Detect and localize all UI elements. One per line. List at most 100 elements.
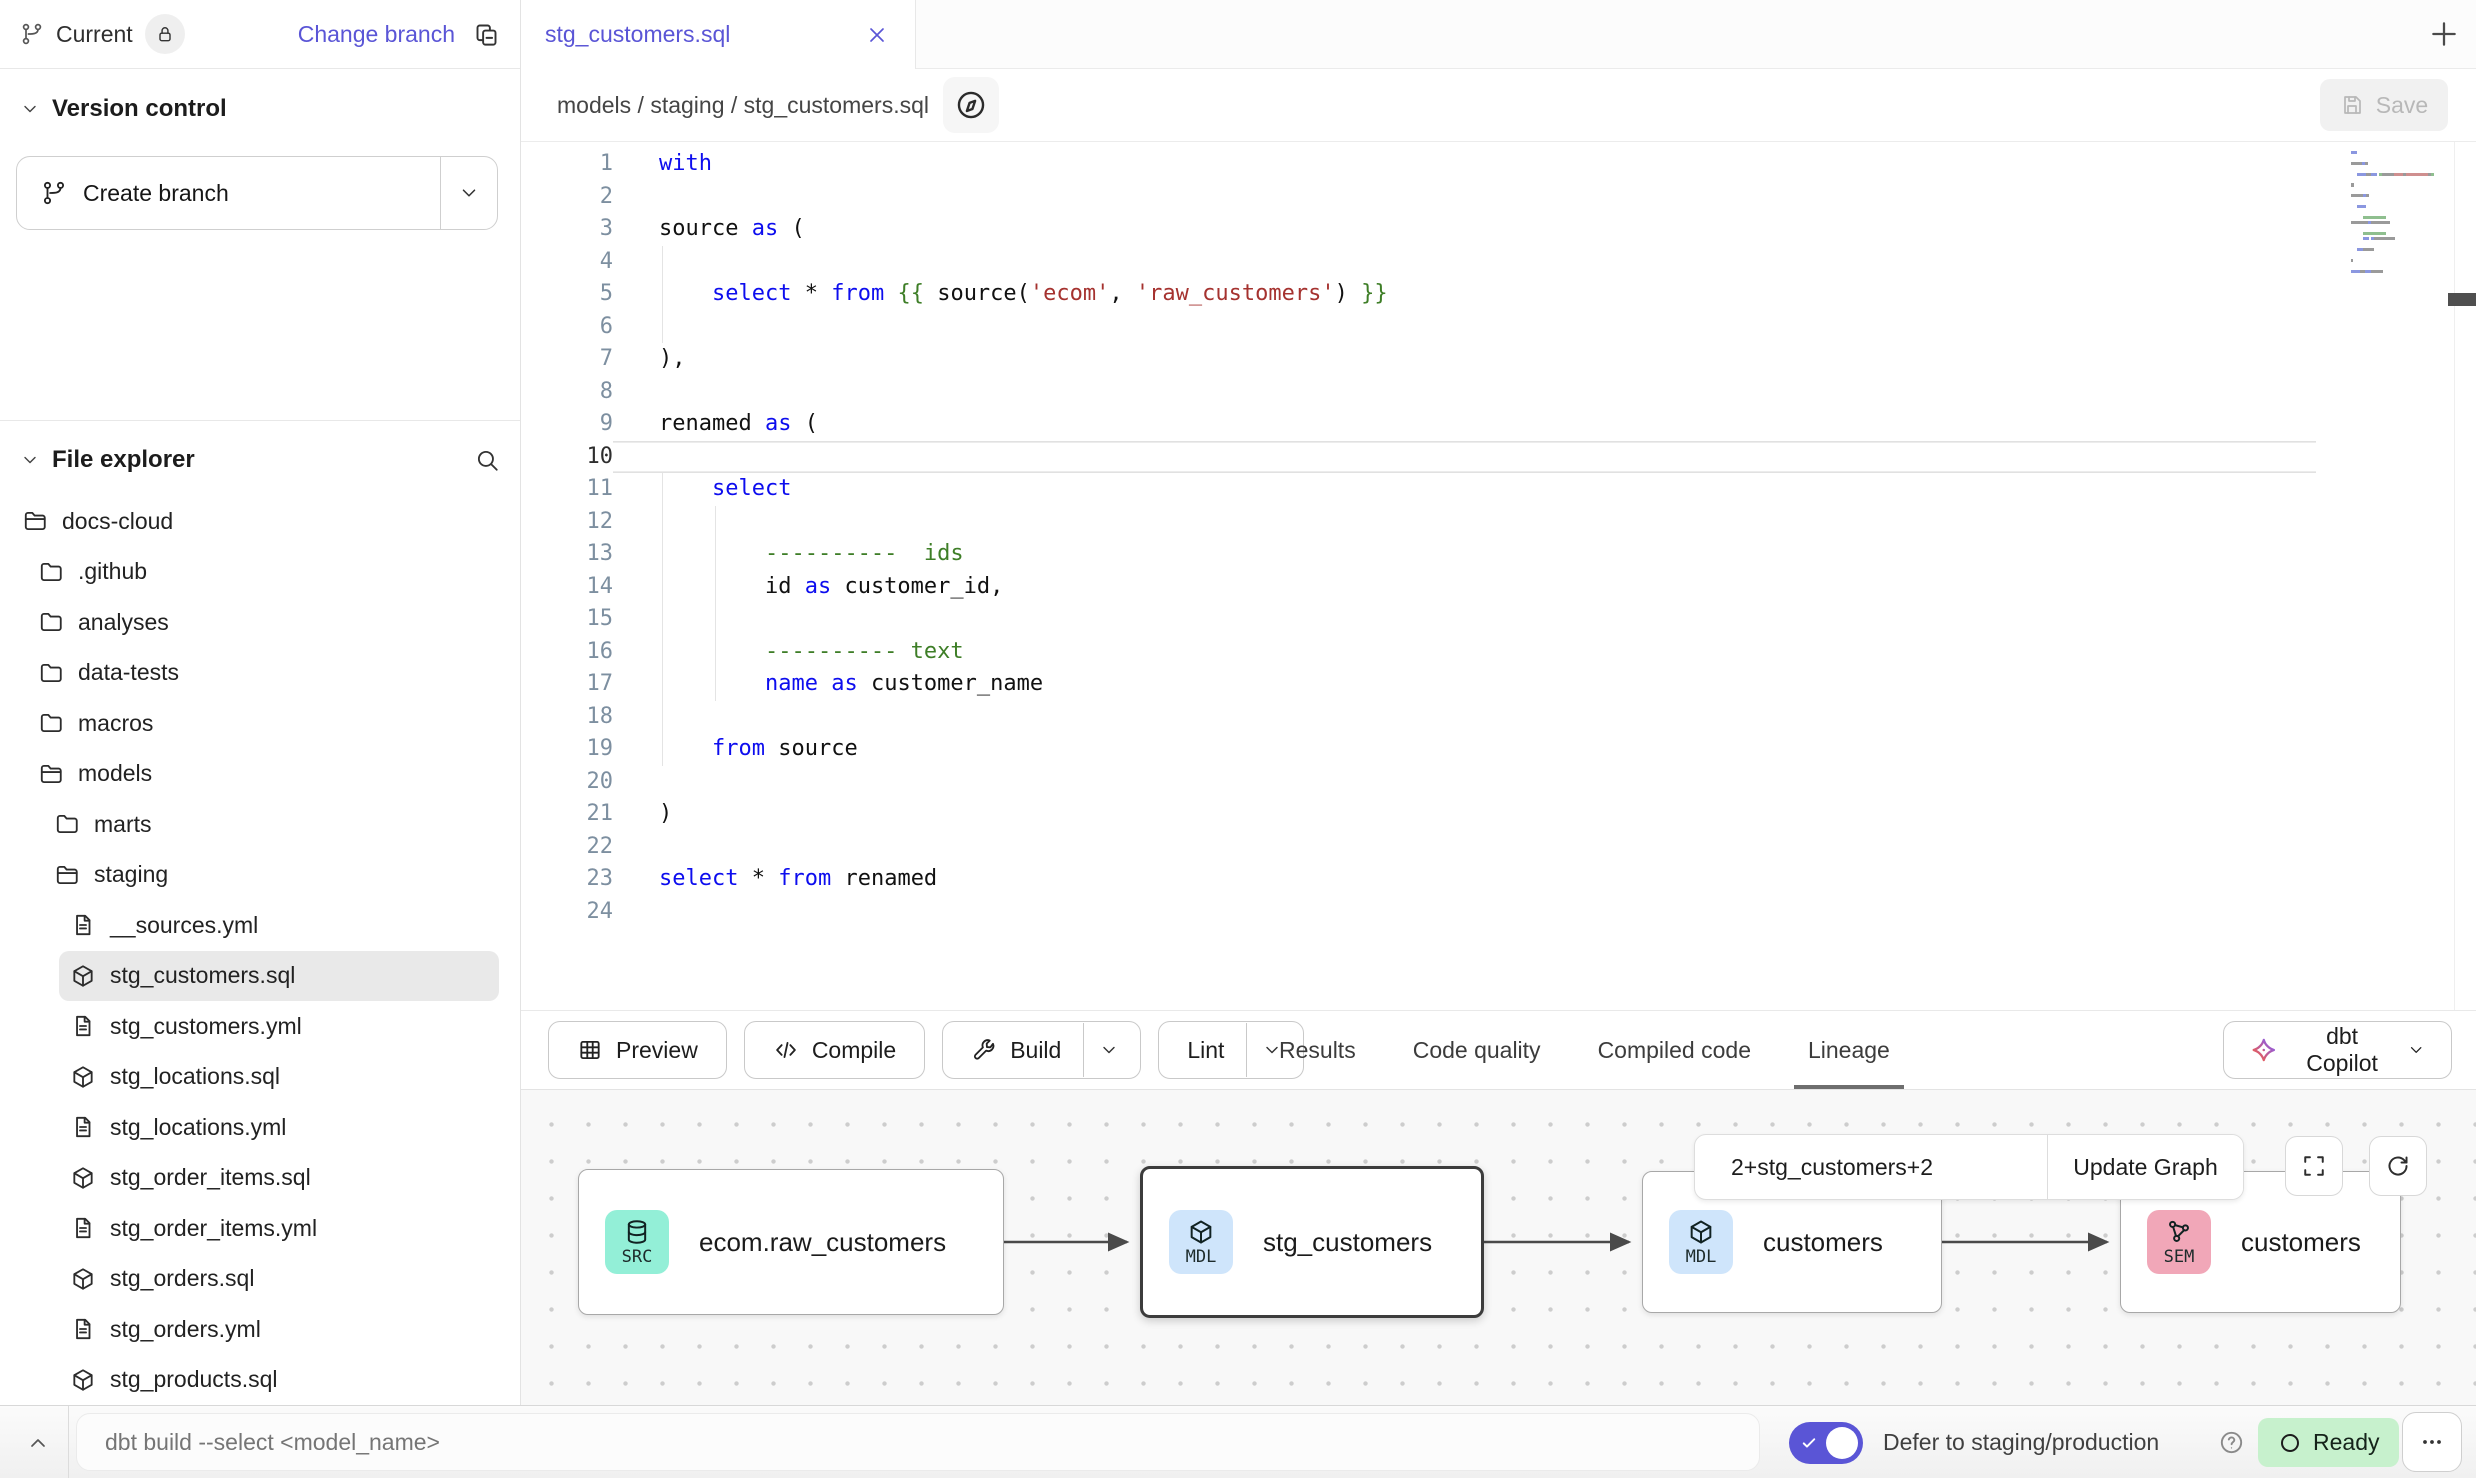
tree-item-label: stg_locations.yml: [110, 1114, 286, 1141]
build-button[interactable]: Build: [942, 1021, 1141, 1079]
tab-code-quality[interactable]: Code quality: [1413, 1011, 1541, 1089]
line-number: 21: [521, 798, 613, 831]
status-circle-icon: [2278, 1431, 2302, 1455]
tree-item-label: __sources.yml: [110, 912, 258, 939]
line-number: 15: [521, 603, 613, 636]
search-icon[interactable]: [474, 447, 500, 473]
tree-item-label: stg_orders.yml: [110, 1316, 261, 1343]
preview-label: Preview: [616, 1037, 698, 1064]
dbt-command-input[interactable]: [76, 1413, 1760, 1471]
new-tab-button[interactable]: [2428, 18, 2460, 50]
tree-item--github[interactable]: .github: [0, 547, 519, 598]
file-icon: [70, 1215, 96, 1241]
file-icon: [70, 1013, 96, 1039]
defer-toggle[interactable]: [1789, 1422, 1863, 1464]
ready-label: Ready: [2313, 1429, 2379, 1456]
file-explorer-header[interactable]: File explorer: [0, 437, 520, 483]
change-branch-link[interactable]: Change branch: [298, 21, 455, 48]
tree-item-marts[interactable]: marts: [0, 799, 519, 850]
line-number: 9: [521, 408, 613, 441]
dbt-copilot-button[interactable]: dbt Copilot: [2223, 1021, 2452, 1079]
tab-results[interactable]: Results: [1279, 1011, 1356, 1089]
line-number: 22: [521, 831, 613, 864]
tree-item-data-tests[interactable]: data-tests: [0, 648, 519, 699]
tree-item-label: models: [78, 760, 152, 787]
copy-icon[interactable]: [473, 21, 500, 48]
version-control-header[interactable]: Version control: [0, 86, 520, 132]
minimap[interactable]: [2351, 150, 2431, 279]
preview-button[interactable]: Preview: [548, 1021, 727, 1079]
code-line: 16 ---------- text: [521, 636, 2316, 669]
tree-item-stg-products-sql[interactable]: stg_products.sql: [0, 1355, 519, 1406]
save-label: Save: [2376, 92, 2428, 119]
tree-item-label: staging: [94, 861, 168, 888]
chevron-down-icon: [2407, 1040, 2425, 1060]
line-number: 8: [521, 376, 613, 409]
close-icon[interactable]: [865, 23, 889, 47]
fullscreen-button[interactable]: [2285, 1136, 2343, 1196]
more-options-button[interactable]: [2402, 1412, 2462, 1472]
update-graph-button[interactable]: Update Graph: [2047, 1135, 2243, 1199]
tree-item-stg-order-items-yml[interactable]: stg_order_items.yml: [0, 1203, 519, 1254]
tree-item-label: analyses: [78, 609, 169, 636]
help-icon[interactable]: [2218, 1429, 2245, 1456]
tree-item-models[interactable]: models: [0, 749, 519, 800]
tree-item-label: stg_order_items.yml: [110, 1215, 317, 1242]
tree-item--sources-yml[interactable]: __sources.yml: [0, 900, 519, 951]
line-number: 5: [521, 278, 613, 311]
copilot-edit-button[interactable]: [943, 77, 999, 133]
code-line: 13 ---------- ids: [521, 538, 2316, 571]
tree-item-stg-locations-sql[interactable]: stg_locations.sql: [0, 1052, 519, 1103]
code-line: 10: [521, 441, 2316, 474]
tree-item-macros[interactable]: macros: [0, 698, 519, 749]
lineage-node-ecom-raw-customers[interactable]: SRCecom.raw_customers: [578, 1169, 1004, 1315]
tree-item-label: stg_order_items.sql: [110, 1164, 311, 1191]
line-number: 4: [521, 246, 613, 279]
code-icon: [773, 1037, 799, 1063]
cube-icon: [1187, 1218, 1215, 1246]
create-branch-dropdown[interactable]: [440, 157, 497, 229]
lineage-node-stg-customers[interactable]: MDLstg_customers: [1140, 1166, 1484, 1318]
model-icon: [70, 1266, 96, 1292]
node-label: stg_customers: [1263, 1227, 1432, 1258]
ready-status-badge[interactable]: Ready: [2258, 1418, 2399, 1467]
line-number: 12: [521, 506, 613, 539]
tab-lineage[interactable]: Lineage: [1808, 1011, 1890, 1089]
line-number: 18: [521, 701, 613, 734]
compile-label: Compile: [812, 1037, 896, 1064]
build-dropdown[interactable]: [1083, 1023, 1134, 1077]
tree-item-stg-customers-yml[interactable]: stg_customers.yml: [0, 1001, 519, 1052]
save-button[interactable]: Save: [2320, 79, 2448, 131]
tree-item-stg-customers-sql[interactable]: stg_customers.sql: [59, 951, 499, 1002]
lineage-selector-input[interactable]: [1695, 1135, 2047, 1199]
scrollbar-marker[interactable]: [2448, 293, 2476, 306]
compile-button[interactable]: Compile: [744, 1021, 925, 1079]
lineage-canvas[interactable]: SRCecom.raw_customersMDLstg_customersMDL…: [521, 1089, 2476, 1405]
tab-stg-customers-sql[interactable]: stg_customers.sql: [521, 0, 916, 69]
code-line: 15: [521, 603, 2316, 636]
tree-item-staging[interactable]: staging: [0, 850, 519, 901]
code-editor[interactable]: 1with23source as (45 select * from {{ so…: [521, 142, 2476, 1010]
node-type-badge: SRC: [605, 1210, 669, 1274]
tree-item-stg-orders-yml[interactable]: stg_orders.yml: [0, 1304, 519, 1355]
folder-icon: [38, 609, 64, 635]
tree-item-stg-orders-sql[interactable]: stg_orders.sql: [0, 1254, 519, 1305]
tree-item-label: macros: [78, 710, 153, 737]
tree-item-analyses[interactable]: analyses: [0, 597, 519, 648]
model-icon: [70, 1165, 96, 1191]
tree-item-docs-cloud[interactable]: docs-cloud: [0, 496, 519, 547]
create-branch-button[interactable]: Create branch: [16, 156, 498, 230]
line-number: 23: [521, 863, 613, 896]
chevron-down-icon: [20, 450, 40, 470]
tree-item-stg-order-items-sql[interactable]: stg_order_items.sql: [0, 1153, 519, 1204]
tree-item-label: stg_products.sql: [110, 1366, 277, 1393]
breadcrumb-row: models / staging / stg_customers.sql Sav…: [521, 69, 2476, 142]
semantic-icon: [2165, 1218, 2193, 1246]
code-line: 24: [521, 896, 2316, 929]
check-icon: [1800, 1434, 1818, 1452]
scrollbar-track[interactable]: [2454, 142, 2455, 1010]
tab-compiled-code[interactable]: Compiled code: [1598, 1011, 1751, 1089]
refresh-button[interactable]: [2369, 1136, 2427, 1196]
tree-item-stg-locations-yml[interactable]: stg_locations.yml: [0, 1102, 519, 1153]
expand-command-bar-button[interactable]: [26, 1431, 50, 1455]
